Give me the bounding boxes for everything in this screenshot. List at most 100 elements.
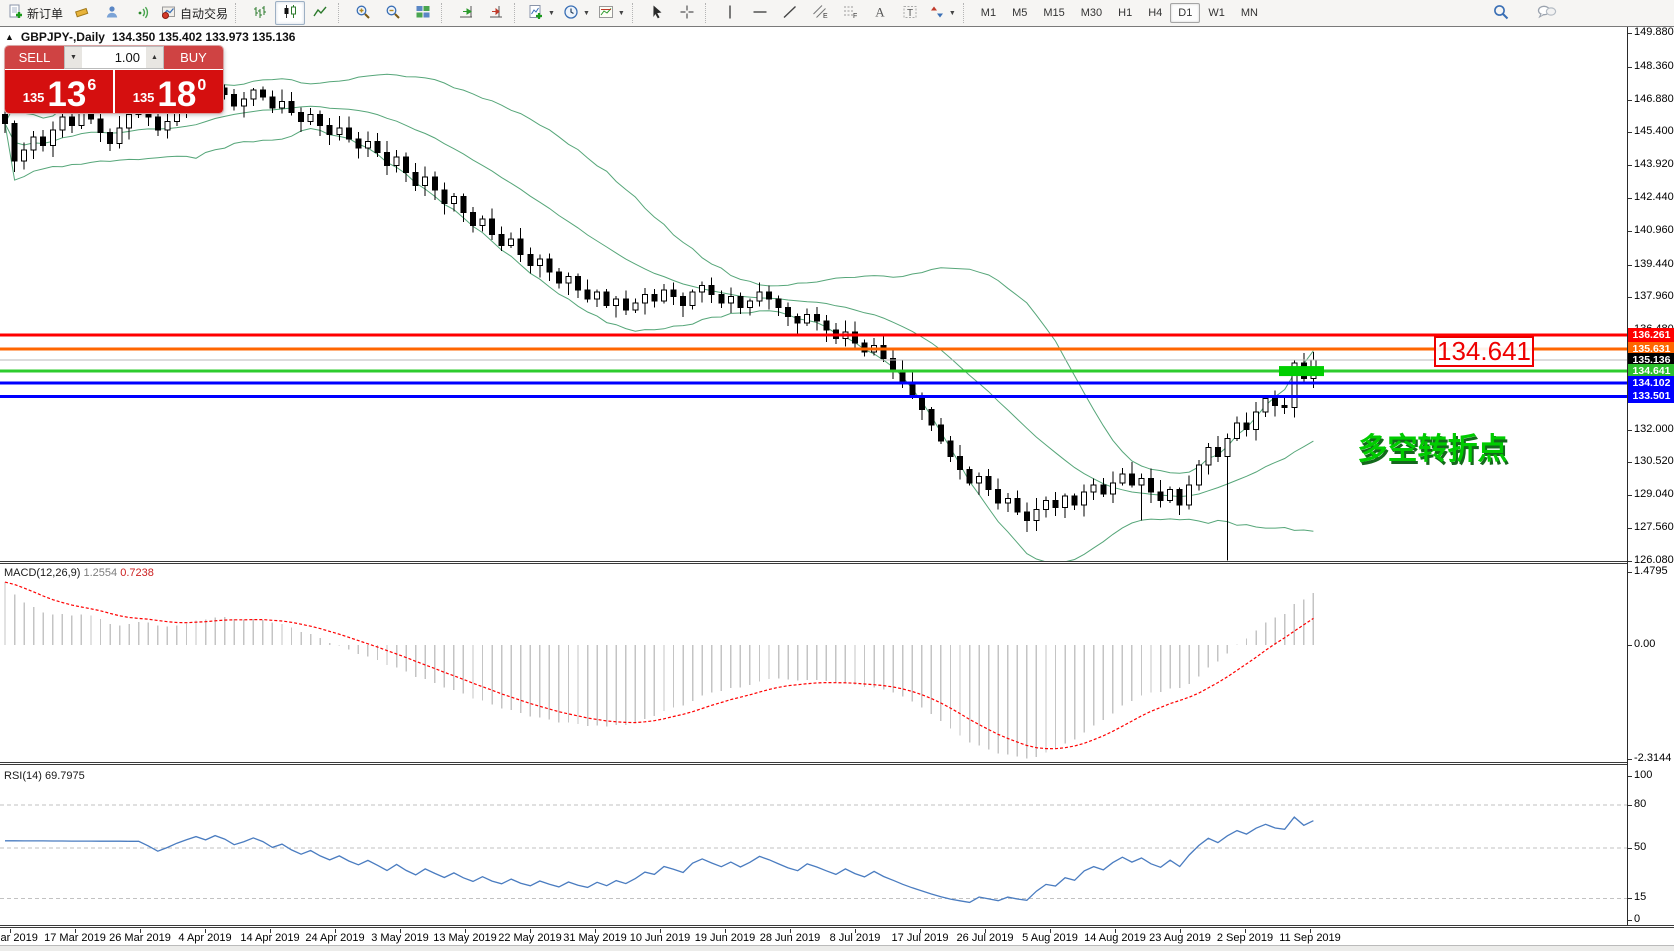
indicators-button[interactable]: ▼ [524,1,559,25]
market-button[interactable] [67,1,97,25]
bollinger-up-band [5,74,1313,473]
candle [1225,434,1230,561]
macd-main-value: 1.2554 [83,567,117,579]
chart-macd-separator[interactable] [0,561,1674,564]
candle [1005,493,1010,512]
candle [232,89,237,110]
timeframe-d1-button[interactable]: D1 [1170,3,1200,23]
volume-increase-button[interactable]: ▲ [146,47,163,68]
price-axis[interactable]: 149.880148.360146.880145.400143.920142.4… [1627,27,1674,925]
price-callout-134641[interactable]: 134.641 [1434,336,1534,367]
equidistant-channel-button[interactable]: E [805,1,835,25]
zoomin-icon [355,4,371,23]
candle [652,289,657,307]
new-order-button[interactable]: 新订单 [4,1,67,25]
candle [1034,498,1039,531]
candle [260,86,265,100]
date-axis[interactable]: 7 Mar 201917 Mar 201926 Mar 20194 Apr 20… [0,929,1674,945]
hline-icon [752,4,768,23]
arrows-button[interactable]: ▼ [925,1,960,25]
vertical-line-button[interactable] [715,1,745,25]
rsi-panel[interactable] [0,766,1627,925]
community-button[interactable] [97,1,127,25]
volume-input[interactable]: 1.00 [82,47,146,68]
candle [1043,496,1048,517]
timeframe-h4-button[interactable]: H4 [1140,3,1170,23]
highlight-box[interactable] [1279,366,1324,376]
toolbar-separator [705,3,711,23]
volume-decrease-button[interactable]: ▼ [65,47,82,68]
chevron-down-icon[interactable]: ▼ [618,10,625,17]
timeframe-m5-button[interactable]: M5 [1004,3,1035,23]
candle [1196,460,1201,491]
chart-shift-button[interactable] [481,1,511,25]
horizontal-line-button[interactable] [745,1,775,25]
bar-chart-button[interactable] [245,1,275,25]
tile-windows-button[interactable] [408,1,438,25]
channel-icon: E [812,4,828,23]
candle [576,274,581,298]
toolbar-separator [338,3,344,23]
zoom-out-button[interactable] [378,1,408,25]
date-label: 11 Sep 2019 [1279,932,1341,944]
price-tick-label: 148.360 [1634,60,1674,72]
tline-icon [782,4,798,23]
candle [700,281,705,302]
axis-tick [1628,265,1632,266]
buy-price-button[interactable]: 135 18 0 [115,70,223,113]
rsi-axis-label: 50 [1634,841,1646,853]
search-button[interactable] [1486,1,1516,25]
candle [385,141,390,175]
price-tick-label: 139.440 [1634,258,1674,270]
auto-trading-button[interactable]: 自动交易 [157,1,232,25]
macd-rsi-separator[interactable] [0,762,1674,765]
candle [509,233,514,249]
signals-button[interactable] [127,1,157,25]
candle [1120,468,1125,486]
cursor-button[interactable] [642,1,672,25]
line-chart-button[interactable] [305,1,335,25]
bottom-strip [0,945,1674,951]
svg-text:T: T [907,8,913,19]
collapse-panel-button[interactable]: ▲ [5,32,14,42]
timeframe-m30-button[interactable]: M30 [1073,3,1110,23]
axis-tick [1628,67,1632,68]
text-label-button[interactable]: T [895,1,925,25]
crosshair-button[interactable] [672,1,702,25]
price-tick-label: 140.960 [1634,224,1674,236]
date-label: 14 Apr 2019 [240,932,299,944]
fibonacci-button[interactable]: F [835,1,865,25]
chevron-down-icon[interactable]: ▼ [583,10,590,17]
candle [795,313,800,334]
timeframe-m1-button[interactable]: M1 [973,3,1004,23]
sell-price-button[interactable]: 135 13 6 [5,70,113,113]
chat-icon [1537,4,1557,23]
symbol-period-label: GBPJPY-,Daily [21,30,105,44]
timeframe-m15-button[interactable]: M15 [1035,3,1072,23]
chat-button[interactable] [1532,1,1562,25]
candlestick-chart-button[interactable] [275,1,305,25]
candles-icon [282,4,298,23]
sell-button[interactable]: SELL [5,46,64,69]
timeframe-h1-button[interactable]: H1 [1110,3,1140,23]
main-chart[interactable] [0,27,1627,561]
text-button[interactable]: A [865,1,895,25]
axis-tick [1628,805,1632,806]
chevron-down-icon[interactable]: ▼ [949,10,956,17]
templates-button[interactable]: ▼ [594,1,629,25]
buy-button[interactable]: BUY [164,46,223,69]
chevron-down-icon[interactable]: ▼ [548,10,555,17]
axis-tick [1628,198,1632,199]
zoom-in-button[interactable] [348,1,378,25]
turning-point-note[interactable]: 多空转折点 [1340,424,1525,468]
candle [41,130,46,151]
periods-button[interactable]: ▼ [559,1,594,25]
macd-panel[interactable] [0,565,1627,762]
timeframe-mn-button[interactable]: MN [1233,3,1266,23]
candle [681,293,686,317]
auto-scroll-button[interactable] [451,1,481,25]
price-tick-label: 132.000 [1634,423,1674,435]
trendline-button[interactable] [775,1,805,25]
timeframe-w1-button[interactable]: W1 [1200,3,1233,23]
date-label: 4 Apr 2019 [178,932,231,944]
